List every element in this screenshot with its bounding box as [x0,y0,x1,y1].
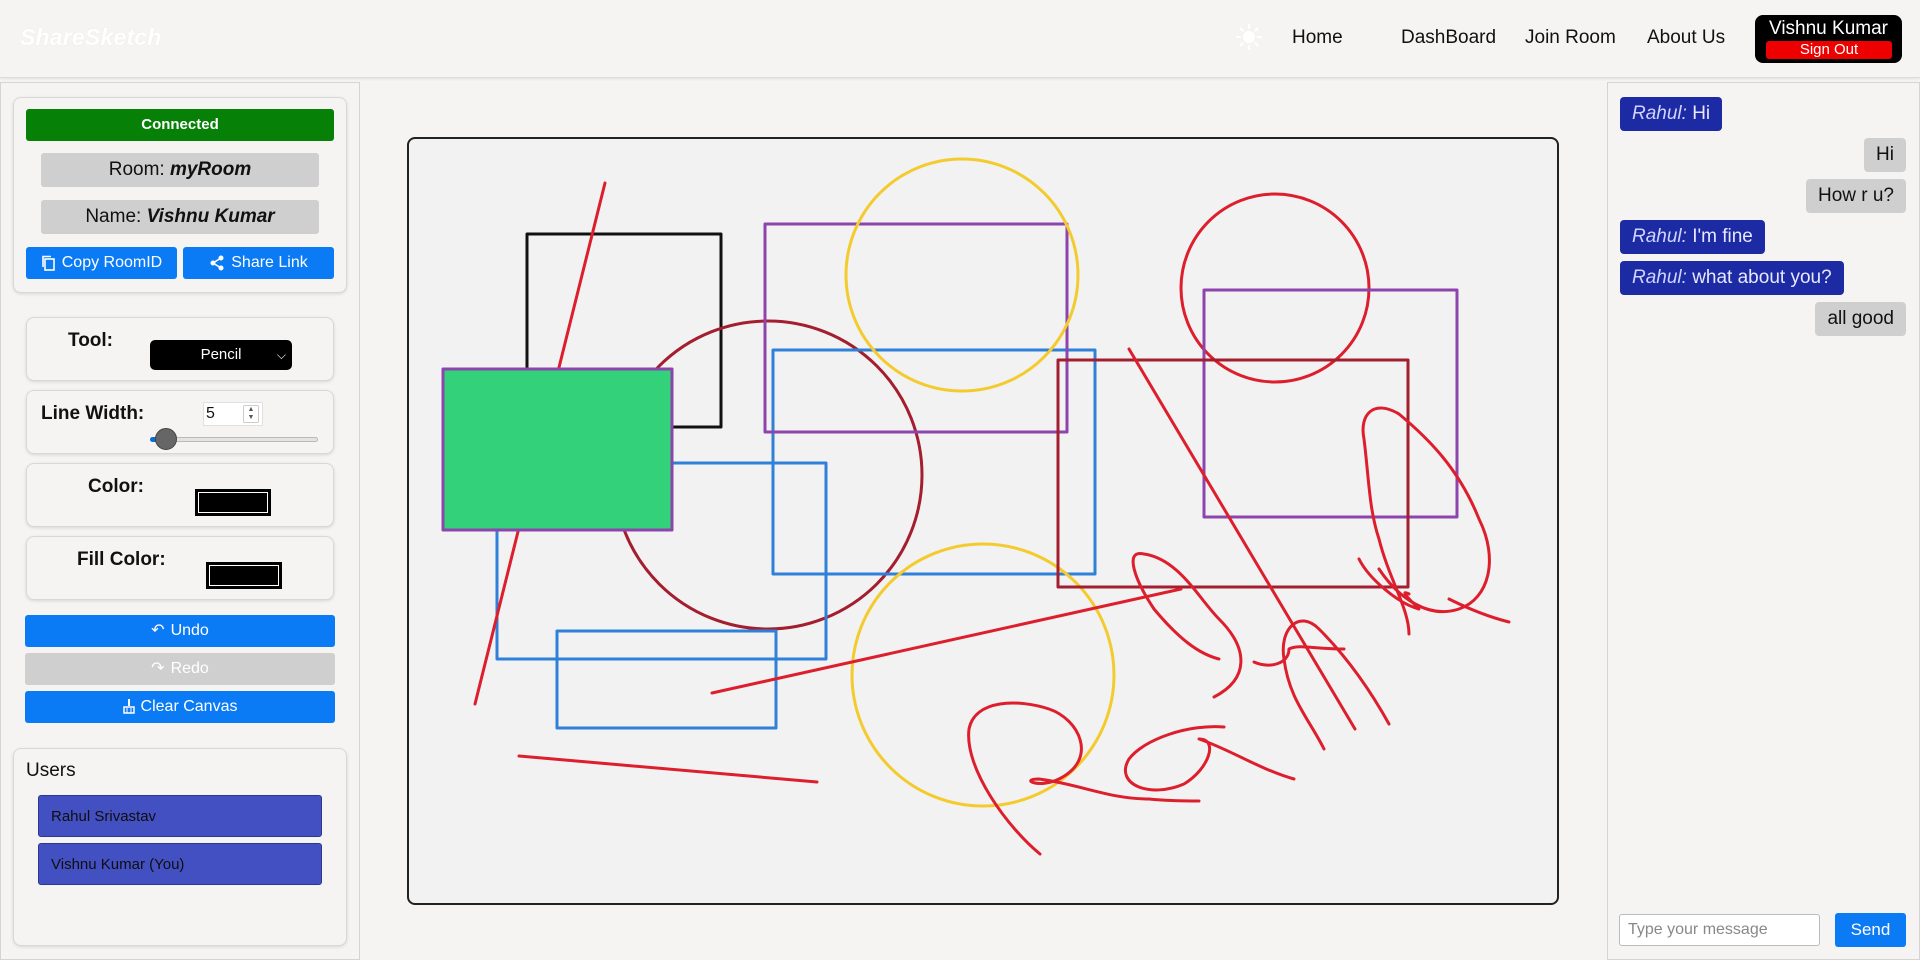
chat-message-mine: all good [1815,302,1906,336]
copy-room-id-button[interactable]: Copy RoomID [26,247,177,279]
chat-panel [1607,82,1920,960]
share-link-label: Share Link [231,254,308,271]
chat-message-other: Rahul: I'm fine [1620,220,1765,254]
copy-icon [41,255,55,271]
color-picker[interactable] [195,489,271,516]
name-value: Vishnu Kumar [146,206,275,227]
color-card [26,463,334,527]
drawing-canvas[interactable] [407,137,1559,905]
shape-line-red-4 [517,754,819,784]
freehand-stroke-1 [967,701,1201,856]
chat-text: all good [1827,308,1894,329]
clear-canvas-button[interactable]: Clear Canvas [25,691,335,723]
brand-logo[interactable]: ShareSketch [20,24,162,51]
chat-sender: Rahul: [1632,103,1687,124]
chat-text: Hi [1876,144,1894,165]
chat-message-other: Rahul: what about you? [1620,261,1844,295]
user-list-item: Vishnu Kumar (You) [38,843,322,885]
clear-canvas-label: Clear Canvas [140,698,238,715]
shape-rect-green [441,367,674,532]
user-name: Vishnu Kumar [1769,18,1888,39]
chat-sender: Rahul: [1632,226,1687,247]
line-width-label: Line Width: [41,403,145,424]
shape-circle-red [1179,192,1371,384]
undo-icon: ↶ [151,622,165,639]
shape-circle-yellow-1 [844,157,1080,393]
fill-color-label: Fill Color: [77,549,166,570]
shape-rect-darkred [1056,358,1410,589]
freehand-stroke-4 [1281,619,1391,751]
user-menu: Vishnu Kumar Sign Out [1755,15,1902,63]
users-title: Users [26,760,76,781]
tool-label: Tool: [68,330,114,351]
share-icon [210,255,224,271]
sun-icon[interactable] [1236,24,1262,50]
chat-message-other: Rahul: Hi [1620,97,1723,131]
freehand-stroke-3 [1131,552,1243,699]
chat-text: what about you? [1692,267,1832,288]
undo-button[interactable]: ↶ Undo [25,615,335,647]
room-value: myRoom [169,159,252,180]
name-label: Name: [85,206,142,227]
canvas-drawing [441,157,1511,856]
chat-message-mine: Hi [1864,138,1906,172]
color-label: Color: [88,476,144,497]
freehand-stroke-2 [1123,725,1296,792]
redo-label: Redo [170,660,209,678]
chat-message-input[interactable]: Type your message [1619,914,1820,946]
redo-button[interactable]: ↷ Redo [25,653,335,685]
freehand-stroke-6 [1361,406,1491,636]
tool-value: Pencil [200,346,242,363]
redo-icon: ↷ [151,660,165,677]
share-link-button[interactable]: Share Link [183,247,334,279]
copy-room-id-label: Copy RoomID [61,254,163,271]
chat-text: I'm fine [1692,226,1753,247]
shape-rect-blue-2 [555,629,778,730]
chat-text: Hi [1692,103,1711,124]
chat-text: How r u? [1817,185,1894,206]
chat-sender: Rahul: [1632,267,1687,288]
shape-rect-purple-2 [1202,288,1459,519]
connection-status: Connected [26,109,334,141]
stepper-icon[interactable]: ▲ ▼ [243,405,259,423]
navbar: ShareSketch Home DashBoard Join Room Abo… [0,0,1920,78]
fill-color-picker[interactable] [206,562,282,589]
user-name-box: Name: Vishnu Kumar [41,200,319,234]
nav-about-us[interactable]: About Us [1647,27,1725,49]
freehand-stroke-8 [1252,645,1346,667]
line-width-input[interactable]: 5 ▲ ▼ [203,402,263,426]
nav-join-room[interactable]: Join Room [1525,27,1616,49]
fill-color-card [26,536,334,600]
line-width-slider-thumb[interactable] [155,428,177,450]
line-width-value: 5 [206,405,215,422]
nav-dashboard[interactable]: DashBoard [1401,27,1496,49]
user-list-item: Rahul Srivastav [38,795,322,837]
chat-message-mine: How r u? [1805,179,1906,213]
room-label: Room: [108,159,165,180]
broom-icon [122,699,135,715]
chevron-down-icon: ⌵ [276,348,286,362]
sign-out-button[interactable]: Sign Out [1766,41,1892,59]
tool-select[interactable]: Pencil ⌵ [150,340,292,370]
undo-label: Undo [170,622,209,640]
nav-home[interactable]: Home [1292,27,1343,49]
room-name: Room: myRoom [41,153,319,187]
send-button[interactable]: Send [1835,913,1906,947]
shape-line-red-2 [1127,347,1357,731]
